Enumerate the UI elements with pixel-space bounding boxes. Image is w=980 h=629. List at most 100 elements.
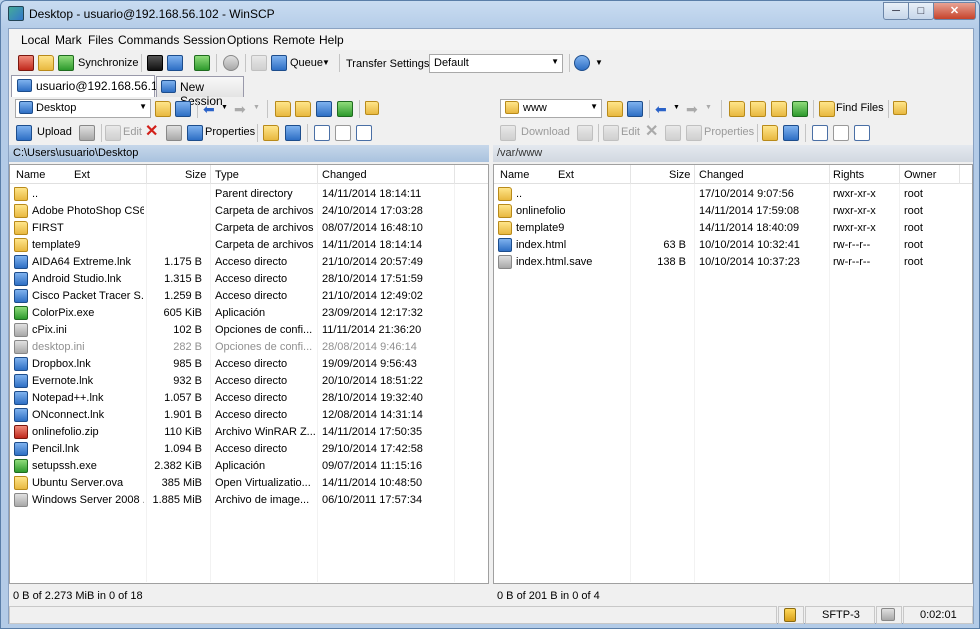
table-row[interactable]: Windows Server 2008 ... 1.885 MiB Archivo … xyxy=(10,492,488,509)
unselect-files-icon[interactable] xyxy=(833,125,849,141)
remote-path-bar[interactable]: /var/www xyxy=(493,145,973,162)
putty-icon[interactable] xyxy=(167,55,183,71)
filter-icon[interactable] xyxy=(175,101,191,117)
refresh-icon[interactable] xyxy=(337,101,353,117)
table-row[interactable]: .. Parent directory 14/11/2014 18:14:11 xyxy=(10,186,488,203)
refresh-icon[interactable] xyxy=(792,101,808,117)
synchronize-button[interactable]: Synchronize xyxy=(78,57,139,69)
column-owner[interactable]: Owner xyxy=(904,169,936,181)
compare-directories-icon[interactable] xyxy=(38,55,54,71)
table-row[interactable]: index.html 63 B 10/10/2014 10:32:41 rw-r--r… xyxy=(494,237,972,254)
tree-icon[interactable] xyxy=(893,101,907,115)
menu-local[interactable]: Local xyxy=(21,33,50,47)
menu-files[interactable]: Files xyxy=(88,33,113,47)
upload-icon[interactable] xyxy=(16,125,32,141)
root-directory-icon[interactable] xyxy=(295,101,311,117)
home-icon[interactable] xyxy=(771,101,787,117)
column-type[interactable]: Type xyxy=(215,169,239,181)
table-row[interactable]: desktop.ini 282 B Opciones de confi... 28/0… xyxy=(10,339,488,356)
column-changed[interactable]: Changed xyxy=(699,169,744,181)
root-directory-icon[interactable] xyxy=(750,101,766,117)
filter-icon[interactable] xyxy=(627,101,643,117)
remote-location-select[interactable]: www ▼ xyxy=(500,99,602,118)
column-name[interactable]: Name xyxy=(16,169,45,181)
menu-session[interactable]: Session xyxy=(183,33,226,47)
properties-icon[interactable] xyxy=(187,125,203,141)
column-ext[interactable]: Ext xyxy=(558,169,574,181)
table-row[interactable]: Notepad++.lnk 1.057 B Acceso directo 28/10/… xyxy=(10,390,488,407)
table-row[interactable]: ColorPix.exe 605 KiB Aplicación 23/09/2014 … xyxy=(10,305,488,322)
menu-remote[interactable]: Remote xyxy=(273,33,315,47)
table-row[interactable]: template9 Carpeta de archivos 14/11/2014 1… xyxy=(10,237,488,254)
menu-options[interactable]: Options xyxy=(227,33,268,47)
table-row[interactable]: index.html.save 138 B 10/10/2014 10:37:23 r… xyxy=(494,254,972,271)
select-files-icon[interactable] xyxy=(812,125,828,141)
table-row[interactable]: Android Studio.lnk 1.315 B Acceso directo 2… xyxy=(10,271,488,288)
column-size[interactable]: Size xyxy=(185,169,206,181)
properties-button[interactable]: Properties xyxy=(205,126,255,138)
tab-session-usuario[interactable]: usuario@192.168.56.102 xyxy=(11,75,171,97)
chevron-down-icon[interactable]: ▼ xyxy=(322,58,330,67)
column-name[interactable]: Name xyxy=(500,169,529,181)
queue-button[interactable]: Queue xyxy=(290,57,323,69)
table-row[interactable]: FIRST Carpeta de archivos 08/07/2014 16:48… xyxy=(10,220,488,237)
table-row[interactable]: cPix.ini 102 B Opciones de confi... 11/11/2… xyxy=(10,322,488,339)
back-arrow-icon[interactable]: ⬅ xyxy=(203,101,215,118)
parent-directory-icon[interactable] xyxy=(275,101,291,117)
select-files-icon[interactable] xyxy=(314,125,330,141)
open-folder-icon[interactable] xyxy=(607,101,623,117)
column-ext[interactable]: Ext xyxy=(74,169,90,181)
new-file-icon[interactable] xyxy=(783,125,799,141)
column-size[interactable]: Size xyxy=(669,169,690,181)
menu-commands[interactable]: Commands xyxy=(118,33,179,47)
table-row[interactable]: .. 17/10/2014 9:07:56 rwxr-xr-x root xyxy=(494,186,972,203)
upload-options-icon[interactable] xyxy=(79,125,95,141)
table-row[interactable]: template9 14/11/2014 18:40:09 rwxr-xr-x roo… xyxy=(494,220,972,237)
table-row[interactable]: onlinefolio 14/11/2014 17:59:08 rwxr-xr-x r… xyxy=(494,203,972,220)
find-files-button[interactable]: Find Files xyxy=(836,102,884,114)
console-icon[interactable] xyxy=(147,55,163,71)
table-row[interactable]: Pencil.lnk 1.094 B Acceso directo 29/10/201… xyxy=(10,441,488,458)
local-file-list[interactable]: Name Ext Size Type Changed .. Parent dire… xyxy=(9,164,489,584)
local-path-bar[interactable]: C:\Users\usuario\Desktop xyxy=(9,145,489,162)
table-row[interactable]: onlinefolio.zip 110 KiB Archivo WinRAR Z..… xyxy=(10,424,488,441)
unselect-files-icon[interactable] xyxy=(335,125,351,141)
select-all-icon[interactable] xyxy=(854,125,870,141)
new-folder-icon[interactable] xyxy=(762,125,778,141)
table-row[interactable]: setupssh.exe 2.382 KiB Aplicación 09/07/201… xyxy=(10,458,488,475)
tab-new-session[interactable]: New Session xyxy=(156,76,244,108)
globe-icon[interactable] xyxy=(574,55,590,71)
delete-icon[interactable]: ✕ xyxy=(145,121,158,141)
table-row[interactable]: Cisco Packet Tracer S... 1.259 B Acceso di… xyxy=(10,288,488,305)
explorer-view-icon[interactable] xyxy=(18,55,34,71)
table-row[interactable]: Ubuntu Server.ova 385 MiB Open Virtualizat… xyxy=(10,475,488,492)
menu-help[interactable]: Help xyxy=(319,33,344,47)
chevron-down-icon[interactable]: ▼ xyxy=(595,58,603,67)
home-icon[interactable] xyxy=(316,101,332,117)
close-button[interactable]: ✕ xyxy=(933,2,976,20)
column-rights[interactable]: Rights xyxy=(833,169,864,181)
table-row[interactable]: AIDA64 Extreme.lnk 1.175 B Acceso directo 2… xyxy=(10,254,488,271)
select-all-icon[interactable] xyxy=(356,125,372,141)
synchronize-icon[interactable] xyxy=(58,55,74,71)
maximize-button[interactable]: □ xyxy=(908,2,934,20)
parent-directory-icon[interactable] xyxy=(729,101,745,117)
table-row[interactable]: ONconnect.lnk 1.901 B Acceso directo 12/08/… xyxy=(10,407,488,424)
column-changed[interactable]: Changed xyxy=(322,169,367,181)
table-row[interactable]: Evernote.lnk 932 B Acceso directo 20/10/201… xyxy=(10,373,488,390)
gear-icon[interactable] xyxy=(223,55,239,71)
queue-icon[interactable] xyxy=(271,55,287,71)
table-row[interactable]: Dropbox.lnk 985 B Acceso directo 19/09/2014… xyxy=(10,356,488,373)
table-row[interactable]: Adobe PhotoShop CS6 Carpeta de archivos 24… xyxy=(10,203,488,220)
menu-mark[interactable]: Mark xyxy=(55,33,82,47)
find-files-icon[interactable] xyxy=(819,101,835,117)
title-bar[interactable]: Desktop - usuario@192.168.56.102 - WinSC… xyxy=(1,1,979,27)
chevron-down-icon[interactable]: ▼ xyxy=(221,104,228,111)
minimize-button[interactable]: ─ xyxy=(883,2,909,20)
rename-icon[interactable] xyxy=(166,125,182,141)
transfer-settings-select[interactable]: Default ▼ xyxy=(429,54,563,73)
remote-file-list[interactable]: Name Ext Size Changed Rights Owner .. 17/… xyxy=(493,164,973,584)
refresh-session-icon[interactable] xyxy=(194,55,210,71)
local-location-select[interactable]: Desktop ▼ xyxy=(15,99,151,118)
chevron-down-icon[interactable]: ▼ xyxy=(673,104,680,111)
